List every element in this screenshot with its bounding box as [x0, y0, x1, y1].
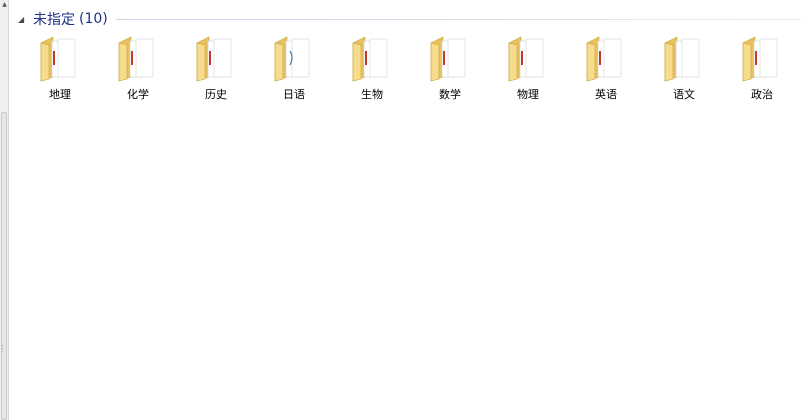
group-count: (10)	[79, 11, 108, 27]
folder-grid: 地理 化学 历史 日语 生物 数学 物理 英语 语文 政治	[21, 33, 801, 105]
folder-icon	[40, 36, 76, 82]
folder-icon	[196, 36, 232, 82]
folder-label: 化学	[127, 88, 149, 101]
folder-icon	[274, 36, 310, 82]
folder-label: 日语	[283, 88, 305, 101]
folder-label: 历史	[205, 88, 227, 101]
scrollbar-grip-icon: · · ·	[1, 342, 4, 356]
folder-icon	[352, 36, 388, 82]
folder-item-lishi[interactable]: 历史	[177, 33, 255, 105]
folder-item-zhengzhi[interactable]: 政治	[723, 33, 801, 105]
folder-icon	[586, 36, 622, 82]
folder-item-yingyu[interactable]: 英语	[567, 33, 645, 105]
folder-item-wuli[interactable]: 物理	[489, 33, 567, 105]
folder-item-shengwu[interactable]: 生物	[333, 33, 411, 105]
folder-icon	[742, 36, 778, 82]
folder-icon	[430, 36, 466, 82]
folder-label: 生物	[361, 88, 383, 101]
folder-icon	[664, 36, 700, 82]
folder-label: 数学	[439, 88, 461, 101]
explorer-content-pane: ▲ · · · ◢ 未指定 (10) 地理 化学 历史 日语 生物 数学 物理 …	[0, 0, 805, 420]
folder-icon	[118, 36, 154, 82]
folder-label: 政治	[751, 88, 773, 101]
folder-label: 语文	[673, 88, 695, 101]
group-header[interactable]: ◢ 未指定 (10)	[18, 8, 805, 30]
folder-item-huaxue[interactable]: 化学	[99, 33, 177, 105]
folder-item-shuxue[interactable]: 数学	[411, 33, 489, 105]
scroll-up-arrow-icon[interactable]: ▲	[0, 0, 9, 9]
folder-label: 地理	[49, 88, 71, 101]
folder-label: 物理	[517, 88, 539, 101]
folder-item-yuwen[interactable]: 语文	[645, 33, 723, 105]
scrollbar-thumb[interactable]	[1, 112, 7, 420]
group-title: 未指定	[33, 12, 75, 28]
group-divider-line	[115, 18, 801, 20]
collapse-triangle-icon[interactable]: ◢	[18, 15, 27, 24]
folder-item-dili[interactable]: 地理	[21, 33, 99, 105]
folder-icon	[508, 36, 544, 82]
folder-label: 英语	[595, 88, 617, 101]
folder-item-riyu[interactable]: 日语	[255, 33, 333, 105]
left-scrollbar[interactable]: ▲ · · ·	[0, 0, 9, 420]
